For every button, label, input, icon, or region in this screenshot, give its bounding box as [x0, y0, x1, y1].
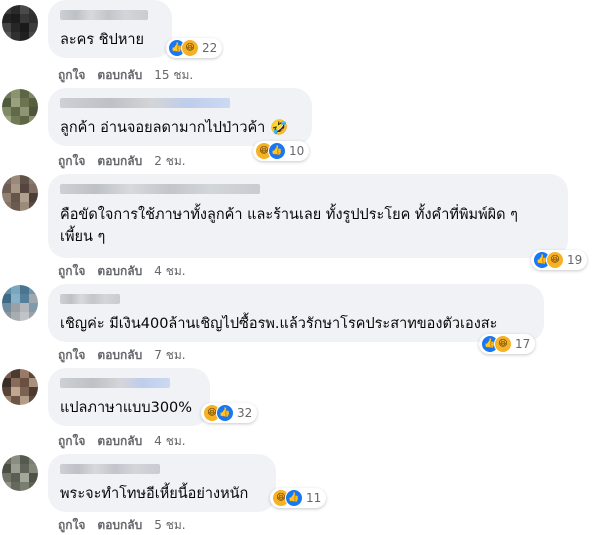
author-name-blurred[interactable]	[60, 98, 230, 108]
comment-text: เชิญค่ะ มีเงิน400ล้านเชิญไปซื้อรพ.แล้วรั…	[60, 316, 498, 332]
comment-time[interactable]: 2 ชม.	[154, 152, 185, 171]
author-name-blurred[interactable]	[60, 294, 120, 304]
like-button[interactable]: ถูกใจ	[58, 66, 85, 85]
comment-time[interactable]: 7 ชม.	[154, 346, 185, 365]
avatar[interactable]	[2, 455, 38, 491]
author-name-blurred[interactable]	[60, 464, 160, 474]
reply-button[interactable]: ตอบกลับ	[97, 152, 142, 171]
comment-bubble: พระจะทำโทษอีเหี้ยนี้อย่างหนัก	[48, 454, 276, 512]
comment-time[interactable]: 15 ชม.	[154, 66, 193, 85]
reply-button[interactable]: ตอบกลับ	[97, 66, 142, 85]
comment-bubble: แปลภาษาแบบ300%	[48, 368, 210, 426]
haha-icon: 😆	[181, 39, 199, 57]
avatar[interactable]	[2, 89, 38, 125]
reaction-summary[interactable]: 👍 😆 17	[479, 334, 536, 354]
avatar[interactable]	[2, 5, 38, 41]
avatar[interactable]	[2, 285, 38, 321]
like-button[interactable]: ถูกใจ	[58, 346, 85, 365]
like-button[interactable]: ถูกใจ	[58, 152, 85, 171]
reaction-summary[interactable]: 👍 😆 19	[531, 250, 588, 270]
like-icon: 👍	[268, 142, 286, 160]
comment-text: พระจะทำโทษอีเหี้ยนี้อย่างหนัก	[60, 486, 249, 502]
reaction-summary[interactable]: 👍 😆 22	[166, 38, 223, 58]
like-button[interactable]: ถูกใจ	[58, 262, 85, 281]
comment-bubble: คือขัดใจการใช้ภาษาทั้งลูกค้า และร้านเลย …	[48, 174, 568, 258]
author-name-blurred[interactable]	[60, 184, 260, 194]
reaction-summary[interactable]: 😆 👍 11	[270, 488, 327, 508]
like-icon: 👍	[216, 404, 234, 422]
haha-icon: 😆	[494, 335, 512, 353]
like-icon: 👍	[285, 489, 303, 507]
comment-bubble: เชิญค่ะ มีเงิน400ล้านเชิญไปซื้อรพ.แล้วรั…	[48, 284, 544, 342]
reply-button[interactable]: ตอบกลับ	[97, 262, 142, 281]
comment-text: แปลภาษาแบบ300%	[60, 400, 193, 416]
author-name-blurred[interactable]	[60, 378, 170, 388]
reaction-count: 11	[306, 491, 322, 505]
reply-button[interactable]: ตอบกลับ	[97, 432, 142, 451]
comment-bubble: ละคร ชิปหาย	[48, 0, 172, 58]
reply-button[interactable]: ตอบกลับ	[97, 516, 142, 535]
reaction-count: 10	[289, 144, 305, 158]
comment-bubble: ลูกค้า อ่านจอยลดามากไปป่าวค้า 🤣	[48, 88, 312, 146]
comment-time[interactable]: 4 ชม.	[154, 432, 185, 451]
reply-button[interactable]: ตอบกลับ	[97, 346, 142, 365]
reaction-count: 17	[515, 337, 531, 351]
reaction-count: 22	[202, 41, 218, 55]
like-button[interactable]: ถูกใจ	[58, 516, 85, 535]
haha-icon: 😆	[546, 251, 564, 269]
reaction-count: 32	[237, 406, 253, 420]
reaction-summary[interactable]: 😆 👍 32	[201, 403, 258, 423]
reaction-count: 19	[567, 253, 583, 267]
reaction-summary[interactable]: 😆 👍 10	[253, 141, 310, 161]
author-name-blurred[interactable]	[60, 10, 148, 20]
avatar[interactable]	[2, 369, 38, 405]
like-button[interactable]: ถูกใจ	[58, 432, 85, 451]
comment-text: ลูกค้า อ่านจอยลดามากไปป่าวค้า 🤣	[60, 120, 288, 136]
comment-text-line: เพี้ยน ๆ	[60, 229, 106, 245]
comment-time[interactable]: 5 ชม.	[154, 516, 185, 535]
avatar[interactable]	[2, 175, 38, 211]
comment-time[interactable]: 4 ชม.	[154, 262, 185, 281]
comment-text-line: คือขัดใจการใช้ภาษาทั้งลูกค้า และร้านเลย …	[60, 207, 518, 223]
comment-text: ละคร ชิปหาย	[60, 32, 145, 48]
